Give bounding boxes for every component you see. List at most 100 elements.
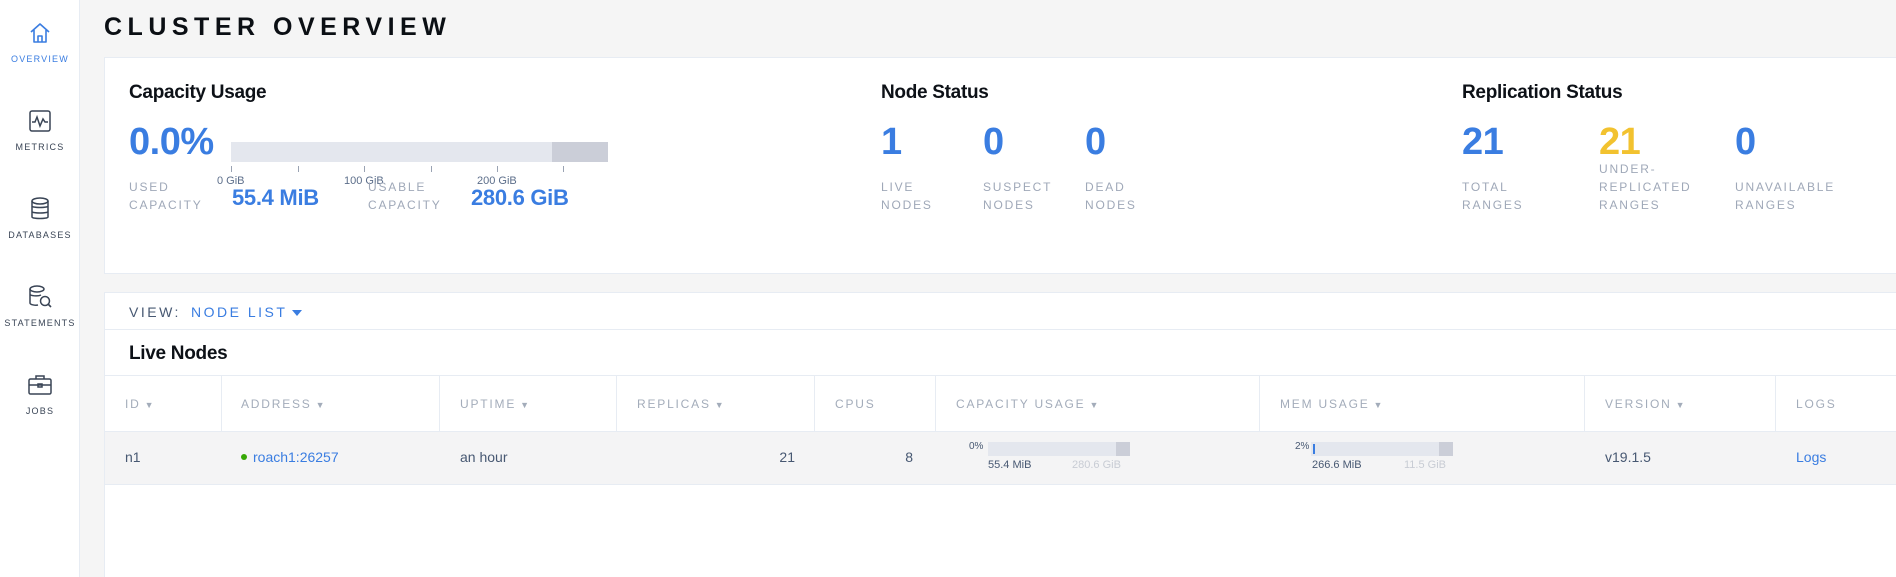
dead-nodes-label-line1: DEAD <box>1085 180 1126 194</box>
under-replicated-label-line1: UNDER- <box>1599 162 1657 176</box>
column-header-label: REPLICAS <box>637 397 711 411</box>
sidebar-item-label: METRICS <box>15 142 65 152</box>
home-icon <box>30 23 50 43</box>
sidebar-item-statements[interactable]: STATEMENTS <box>0 282 80 352</box>
capacity-tick <box>431 166 432 172</box>
sort-icon: ▼ <box>1675 400 1687 410</box>
live-nodes-label-line2: NODES <box>881 198 933 212</box>
mem-usage-bar-fill <box>1313 444 1315 454</box>
capacity-tick <box>364 166 365 172</box>
sort-icon: ▼ <box>520 400 531 410</box>
mem-usage-bar <box>1311 442 1453 456</box>
usable-capacity-label-line1: USABLE <box>368 180 427 194</box>
under-replicated-label-line3: RANGES <box>1599 198 1661 212</box>
table-row: n1 roach1:26257 an hour 21 8 0% 55.4 MiB… <box>105 432 1896 485</box>
capacity-usage-bar-usable <box>1116 442 1130 456</box>
sort-icon: ▼ <box>714 400 726 410</box>
sidebar-item-overview[interactable]: OVERVIEW <box>0 18 80 88</box>
sort-icon: ▼ <box>1089 400 1101 410</box>
view-dropdown[interactable]: NODE LIST <box>191 304 287 320</box>
dead-nodes-label-line2: NODES <box>1085 198 1137 212</box>
column-header-logs: LOGS <box>1796 397 1837 411</box>
column-header-address[interactable]: ADDRESS ▼ <box>241 397 326 411</box>
sort-icon: ▼ <box>315 400 327 410</box>
suspect-nodes-label-line1: SUSPECT <box>983 180 1053 194</box>
used-capacity-value: 55.4 MiB <box>232 185 319 210</box>
live-nodes-label-line1: LIVE <box>881 180 915 194</box>
node-uptime: an hour <box>460 449 508 465</box>
capacity-usage-bar <box>988 442 1130 456</box>
under-replicated-label-line2: REPLICATED <box>1599 180 1692 194</box>
capacity-bar <box>231 142 608 162</box>
sidebar-item-label: OVERVIEW <box>11 54 69 64</box>
sort-icon: ▼ <box>1373 400 1385 410</box>
live-status-dot <box>241 454 247 460</box>
sidebar-item-metrics[interactable]: METRICS <box>0 106 80 176</box>
column-header-version[interactable]: VERSION ▼ <box>1605 397 1686 411</box>
live-nodes-count: 1 <box>881 121 902 163</box>
live-nodes-panel: Live Nodes ID ▼ ADDRESS ▼ UPTIME ▼ REPLICAS… <box>104 330 1896 577</box>
sidebar-item-label: DATABASES <box>8 230 72 240</box>
used-capacity-label-line2: CAPACITY <box>129 198 203 212</box>
view-bar: VIEW: NODE LIST <box>104 292 1896 330</box>
node-address-link[interactable]: roach1:26257 <box>241 449 339 465</box>
mem-usage-percent: 2% <box>1295 441 1310 452</box>
column-header-label: VERSION <box>1605 397 1672 411</box>
node-version: v19.1.5 <box>1605 449 1651 465</box>
column-header-capacity-usage[interactable]: CAPACITY USAGE ▼ <box>956 397 1100 411</box>
unavailable-ranges-count: 0 <box>1735 121 1756 163</box>
chevron-down-icon[interactable] <box>292 310 302 316</box>
node-logs-link[interactable]: Logs <box>1796 449 1826 465</box>
column-header-uptime[interactable]: UPTIME ▼ <box>460 397 531 411</box>
usable-capacity-label-line2: CAPACITY <box>368 198 442 212</box>
table-header: ID ▼ ADDRESS ▼ UPTIME ▼ REPLICAS ▼ CPUS CAPA… <box>105 375 1896 432</box>
total-ranges-count: 21 <box>1462 121 1504 163</box>
column-header-label: LOGS <box>1796 397 1837 411</box>
sidebar-item-jobs[interactable]: JOBS <box>0 370 80 440</box>
capacity-percent: 0.0% <box>129 121 214 163</box>
capacity-usage-percent: 0% <box>969 441 984 452</box>
unavailable-ranges-label-line1: UNAVAILABLE <box>1735 180 1836 194</box>
view-label: VIEW: <box>129 304 181 320</box>
database-icon <box>31 197 49 220</box>
column-header-replicas[interactable]: REPLICAS ▼ <box>637 397 725 411</box>
live-nodes-title: Live Nodes <box>129 343 228 364</box>
capacity-tick <box>231 166 232 172</box>
column-header-label: CPUS <box>835 397 876 411</box>
capacity-usage-total: 280.6 GiB <box>1072 459 1121 471</box>
column-header-label: CAPACITY USAGE <box>956 397 1086 411</box>
cluster-summary-panel: Capacity Usage 0.0% 0 GiB 100 GiB 200 Gi… <box>104 57 1896 274</box>
suspect-nodes-label-line2: NODES <box>983 198 1035 212</box>
sort-icon: ▼ <box>144 400 156 410</box>
statements-icon <box>29 285 52 308</box>
sidebar-item-label: STATEMENTS <box>4 318 76 328</box>
column-header-label: MEM USAGE <box>1280 397 1370 411</box>
total-ranges-label-line2: RANGES <box>1462 198 1524 212</box>
node-status-title: Node Status <box>881 82 989 103</box>
capacity-usage-used: 55.4 MiB <box>988 459 1032 471</box>
used-capacity-label-line1: USED <box>129 180 170 194</box>
unavailable-ranges-label-line2: RANGES <box>1735 198 1797 212</box>
node-cpus: 8 <box>905 449 913 465</box>
capacity-usage-title: Capacity Usage <box>129 82 267 103</box>
mem-usage-used: 266.6 MiB <box>1312 459 1362 471</box>
sidebar-item-databases[interactable]: DATABASES <box>0 194 80 264</box>
under-replicated-ranges-count: 21 <box>1599 121 1641 163</box>
dead-nodes-count: 0 <box>1085 121 1106 163</box>
column-header-label: UPTIME <box>460 397 517 411</box>
metrics-icon <box>29 110 51 132</box>
mem-usage-total: 11.5 GiB <box>1404 459 1446 471</box>
column-header-cpus: CPUS <box>835 397 876 411</box>
page-title: CLUSTER OVERVIEW <box>104 13 452 41</box>
capacity-tick <box>298 166 299 172</box>
sidebar-item-label: JOBS <box>25 406 55 416</box>
sidebar: OVERVIEW METRICS DATABASES STATEMENTS JO… <box>0 0 80 577</box>
replication-status-title: Replication Status <box>1462 82 1623 103</box>
mem-usage-bar-usable <box>1439 442 1453 456</box>
column-header-id[interactable]: ID ▼ <box>125 397 155 411</box>
total-ranges-label-line1: TOTAL <box>1462 180 1509 194</box>
briefcase-icon <box>28 375 52 395</box>
node-address: roach1:26257 <box>253 449 339 465</box>
column-header-mem-usage[interactable]: MEM USAGE ▼ <box>1280 397 1384 411</box>
capacity-tick <box>497 166 498 172</box>
